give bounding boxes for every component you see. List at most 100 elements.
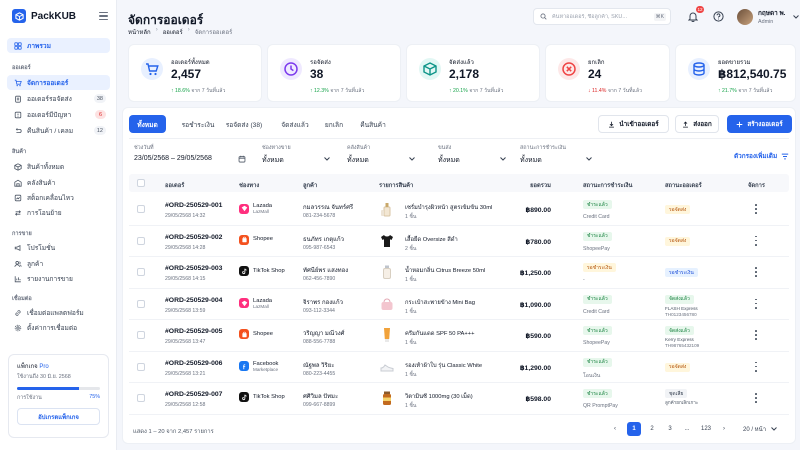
search-input[interactable]: [552, 13, 650, 20]
filter-payment-status[interactable]: สถานะการชำระเงิน ทั้งหมด: [520, 144, 592, 166]
stat-card[interactable]: จัดส่งแล้ว 2,178 ↑ 20.1% จาก 7 วันที่แล้…: [406, 44, 540, 102]
row-checkbox[interactable]: [137, 205, 145, 213]
sidebar-item-customers[interactable]: ลูกค้า: [7, 256, 110, 271]
sidebar-item-stock-movement[interactable]: สต็อกเคลื่อนไหว: [7, 190, 110, 205]
export-button[interactable]: ส่งออก: [675, 115, 719, 133]
per-page-value: 20 / หน้า: [743, 427, 767, 433]
row-checkbox[interactable]: [137, 362, 145, 371]
filter-value: 23/05/2568 – 29/05/2568: [134, 155, 212, 162]
sidebar-item-sales-report[interactable]: รายงานการขาย: [7, 271, 110, 286]
import-orders-button[interactable]: นำเข้าออเดอร์: [598, 115, 669, 133]
tab-1[interactable]: รอชำระเงิน: [171, 115, 225, 133]
row-checkbox[interactable]: [137, 299, 145, 308]
stat-card[interactable]: ยกเลิก 24 ↓ 11.4% จาก 7 วันที่แล้ว: [545, 44, 670, 102]
notifications-button[interactable]: 12: [686, 6, 704, 23]
order-id-link[interactable]: #ORD-250529-006: [165, 360, 222, 367]
tab-5[interactable]: คืนสินค้า: [353, 115, 393, 133]
row-actions-menu-icon[interactable]: [754, 204, 758, 214]
tab-0[interactable]: ทั้งหมด: [129, 115, 166, 133]
stat-card[interactable]: ยอดขายรวม ฿812,540.75 ↑ 21.7% จาก 7 วันท…: [675, 44, 796, 102]
row-checkbox[interactable]: [137, 394, 145, 402]
select-all-checkbox[interactable]: [137, 179, 145, 187]
order-id-link[interactable]: #ORD-250529-002: [165, 234, 222, 241]
order-id-link[interactable]: #ORD-250529-005: [165, 328, 222, 335]
column-header-channel[interactable]: ช่องทาง: [239, 180, 259, 190]
tab-4[interactable]: ยกเลิก: [318, 115, 350, 133]
tab-2[interactable]: รอจัดส่ง (38): [221, 115, 267, 133]
page-button-3[interactable]: 3: [663, 422, 677, 436]
plan-usage-fill: [17, 387, 80, 390]
upgrade-plan-button[interactable]: อัปเกรดแพ็กเกจ: [17, 408, 100, 425]
chevron-down-icon: [793, 14, 800, 19]
stat-card[interactable]: รอจัดส่ง 38 ↑ 12.3% จาก 7 วันที่แล้ว: [267, 44, 401, 102]
page-button-2[interactable]: 2: [645, 422, 659, 436]
order-id-link[interactable]: #ORD-250529-004: [165, 297, 222, 304]
column-header-total[interactable]: ยอดรวม: [530, 180, 551, 190]
order-id-link[interactable]: #ORD-250529-003: [165, 265, 222, 272]
table-row[interactable]: #ORD-250529-002 29/05/2568 14:28 Shopee …: [129, 226, 789, 257]
row-checkbox[interactable]: [137, 268, 145, 276]
table-row[interactable]: #ORD-250529-006 29/05/2568 13:21 Faceboo…: [129, 352, 789, 383]
page-button-last[interactable]: 123: [697, 422, 715, 436]
row-checkbox[interactable]: [137, 331, 145, 339]
row-actions-menu-icon[interactable]: [754, 361, 758, 372]
filter-warehouse[interactable]: คลังสินค้า ทั้งหมด: [347, 144, 415, 166]
row-actions-menu-icon[interactable]: [754, 393, 758, 403]
filter-value-row: 23/05/2568 – 29/05/2568: [134, 155, 246, 162]
table-row[interactable]: #ORD-250529-001 29/05/2568 14:32 Lazada L…: [129, 194, 789, 226]
sidebar-item-returns[interactable]: คืนสินค้า / เคลม 12: [7, 123, 110, 138]
help-button[interactable]: [711, 9, 725, 23]
create-order-button[interactable]: สร้างออเดอร์: [727, 115, 792, 133]
tab-3[interactable]: จัดส่งแล้ว: [275, 115, 315, 133]
brand-logo[interactable]: PackKUB: [12, 9, 76, 23]
sidebar-item-connection-settings[interactable]: ตั้งค่าการเชื่อมต่อ: [7, 320, 110, 335]
menu-toggle-icon[interactable]: [99, 12, 108, 20]
column-header-order-status[interactable]: สถานะออเดอร์: [665, 180, 702, 190]
filter-sales-channel[interactable]: ช่องทางขาย ทั้งหมด: [262, 144, 330, 166]
row-actions-menu-icon[interactable]: [754, 235, 758, 246]
breadcrumb-orders[interactable]: ออเดอร์: [163, 27, 183, 37]
sidebar-item-all-products[interactable]: สินค้าทั้งหมด: [7, 159, 110, 174]
order-id-link[interactable]: #ORD-250529-001: [165, 202, 222, 209]
sidebar-item-problem-orders[interactable]: ออเดอร์มีปัญหา 6: [7, 107, 110, 122]
order-id-link[interactable]: #ORD-250529-007: [165, 391, 222, 398]
breadcrumb-home[interactable]: หน้าหลัก: [128, 27, 151, 37]
breadcrumb-separator-icon: ›: [187, 27, 190, 33]
sidebar-item-manage-orders[interactable]: จัดการออเดอร์: [7, 75, 110, 90]
tracking-code: TH98765432109: [665, 343, 700, 348]
per-page-select[interactable]: 20 / หน้า: [743, 422, 777, 436]
next-page-button[interactable]: ›: [718, 422, 730, 436]
order-status-badge: รอชำระเงิน: [665, 268, 698, 277]
sidebar-item-warehouse[interactable]: คลังสินค้า: [7, 175, 110, 190]
carrier-name: Kerry Express: [665, 337, 694, 342]
sidebar-item-promotions[interactable]: โปรโมชั่น: [7, 240, 110, 255]
column-header-items[interactable]: รายการสินค้า: [379, 180, 413, 190]
download-icon: [609, 121, 615, 128]
filter-value: ทั้งหมด: [262, 157, 284, 164]
stat-card[interactable]: ออเดอร์ทั้งหมด 2,457 ↑ 18.6% จาก 7 วันที…: [128, 44, 262, 102]
pagination-summary: แสดง 1 – 20 จาก 2,457 รายการ: [133, 429, 214, 435]
table-row[interactable]: #ORD-250529-003 29/05/2568 14:15 TikTok …: [129, 257, 789, 289]
column-header-customer[interactable]: ลูกค้า: [303, 180, 317, 190]
search-box[interactable]: ⌘K: [533, 8, 671, 25]
column-header-order[interactable]: ออเดอร์: [165, 180, 184, 190]
more-filters-button[interactable]: ตัวกรองเพิ่มเติม: [734, 151, 789, 161]
row-actions-menu-icon[interactable]: [754, 298, 758, 309]
filter-date-range[interactable]: ช่วงวันที่ 23/05/2568 – 29/05/2568: [134, 144, 246, 163]
table-row[interactable]: #ORD-250529-007 29/05/2568 12:58 TikTok …: [129, 383, 789, 415]
prev-page-button[interactable]: ‹: [609, 422, 621, 436]
table-row[interactable]: #ORD-250529-005 29/05/2568 13:47 Shopee …: [129, 320, 789, 352]
payment-status-badge: ชำระแล้ว: [583, 231, 612, 241]
sidebar-item-transfer[interactable]: การโอนย้าย: [7, 205, 110, 220]
table-row[interactable]: #ORD-250529-004 29/05/2568 13:59 Lazada L…: [129, 289, 789, 320]
row-checkbox[interactable]: [137, 236, 145, 245]
page-button-1[interactable]: 1: [627, 422, 641, 436]
sidebar-item-overview[interactable]: ภาพรวม: [7, 38, 110, 53]
column-header-payment-status[interactable]: สถานะการชำระเงิน: [583, 180, 632, 190]
sidebar-item-platforms[interactable]: เชื่อมต่อแพลตฟอร์ม: [7, 305, 110, 320]
row-actions-menu-icon[interactable]: [754, 267, 758, 277]
user-menu[interactable]: กฤษดา พ. Admin: [737, 8, 800, 25]
row-actions-menu-icon[interactable]: [754, 330, 758, 340]
sidebar-item-pending-shipment[interactable]: ออเดอร์รอจัดส่ง 38: [7, 91, 110, 106]
filter-carrier[interactable]: ขนส่ง ทั้งหมด: [438, 144, 506, 166]
